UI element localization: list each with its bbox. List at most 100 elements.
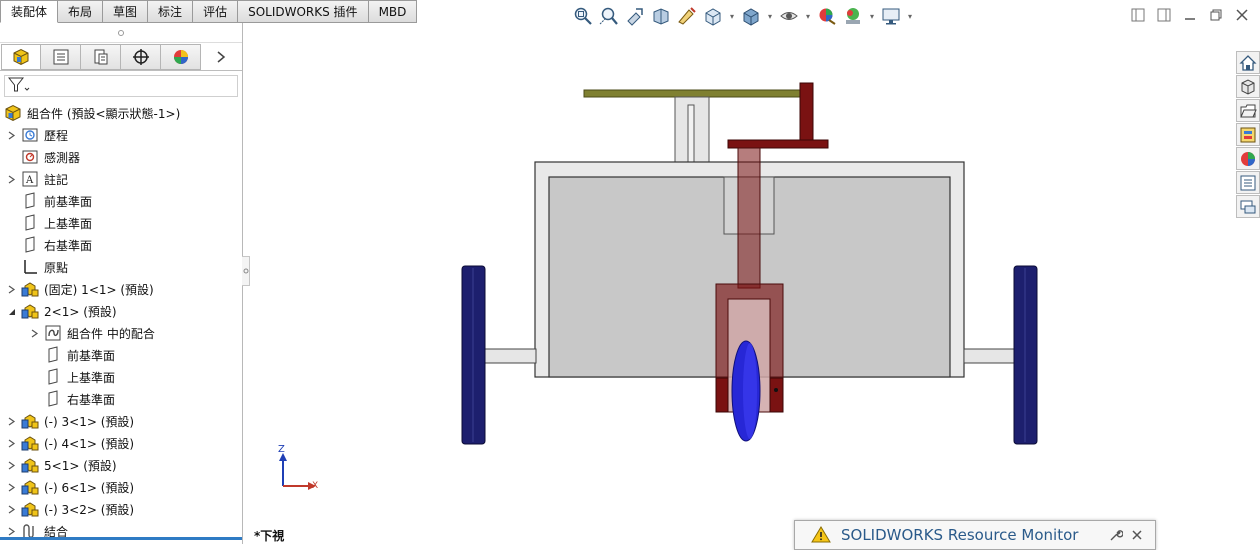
tree-item[interactable]: A 註記 xyxy=(0,168,242,190)
origin-icon xyxy=(21,258,39,276)
solidworks-resources-icon[interactable] xyxy=(1236,51,1260,74)
chevron-right-icon[interactable] xyxy=(6,526,16,536)
tab-mbd[interactable]: MBD xyxy=(368,0,418,23)
part-icon xyxy=(21,500,39,518)
view-palette-icon[interactable] xyxy=(1236,123,1260,146)
minimize-icon[interactable] xyxy=(1182,7,1198,23)
chevron-right-icon[interactable] xyxy=(6,174,16,184)
right-axle[interactable] xyxy=(963,348,1016,364)
steering-shaft[interactable] xyxy=(737,147,761,289)
tab-evaluate[interactable]: 评估 xyxy=(193,0,239,23)
close-icon[interactable] xyxy=(1131,529,1143,544)
tree-item[interactable]: 右基準面 xyxy=(0,234,242,256)
crank-bar[interactable] xyxy=(727,139,829,149)
tree-item[interactable]: 組合件 中的配合 xyxy=(0,322,242,344)
plane-icon xyxy=(21,192,39,210)
chevron-right-icon[interactable] xyxy=(6,504,16,514)
tree-item[interactable]: (-) 3<1> (預設) xyxy=(0,410,242,432)
plane-icon xyxy=(44,390,62,408)
chevron-right-icon[interactable] xyxy=(6,130,16,140)
view-orientation-label: *下視 xyxy=(254,529,285,543)
filter-icon[interactable] xyxy=(7,77,30,96)
chevron-down-icon[interactable] xyxy=(6,306,16,316)
chevron-right-icon[interactable] xyxy=(29,328,39,338)
chevron-down-icon[interactable]: ▾ xyxy=(906,12,914,21)
tree-item-label: 右基準面 xyxy=(67,392,116,407)
tree-item[interactable]: 右基準面 xyxy=(0,388,242,410)
panel-bottom-divider xyxy=(0,537,242,540)
tree-item-label: 組合件 中的配合 xyxy=(67,326,155,341)
design-library-icon[interactable] xyxy=(1236,75,1260,98)
document-window-controls xyxy=(1130,7,1250,23)
tree-item-label: 原點 xyxy=(44,260,69,275)
command-manager-tabs: 装配体 布局 草图 标注 评估 SOLIDWORKS 插件 MBD xyxy=(0,0,418,23)
tree-item[interactable]: (-) 6<1> (預設) xyxy=(0,476,242,498)
plane-icon xyxy=(21,236,39,254)
left-axle[interactable] xyxy=(483,348,537,364)
tree-item[interactable]: 前基準面 xyxy=(0,344,242,366)
feature-manager-icon[interactable] xyxy=(1,43,41,70)
resource-monitor-popup[interactable]: SOLIDWORKS Resource Monitor xyxy=(794,520,1156,550)
tree-filter-input[interactable] xyxy=(4,75,238,97)
collapse-right-icon[interactable] xyxy=(1156,7,1172,23)
top-plate[interactable] xyxy=(583,89,805,98)
chevron-right-icon[interactable] xyxy=(6,284,16,294)
tree-item[interactable]: (-) 3<2> (預設) xyxy=(0,498,242,520)
tab-layout[interactable]: 布局 xyxy=(58,0,104,23)
restore-icon[interactable] xyxy=(1208,7,1224,23)
tab-solidworks-addins[interactable]: SOLIDWORKS 插件 xyxy=(238,0,369,23)
solidworks-forum-icon[interactable] xyxy=(1236,195,1260,218)
assembly-icon xyxy=(4,104,22,122)
chevron-right-icon[interactable] xyxy=(6,460,16,470)
tree-item[interactable]: 上基準面 xyxy=(0,212,242,234)
tree-item[interactable]: 5<1> (預設) xyxy=(0,454,242,476)
mates-icon xyxy=(44,324,62,342)
graphics-viewport[interactable]: Z X xyxy=(244,23,1234,544)
chevron-right-icon[interactable] xyxy=(209,44,233,70)
tree-item[interactable]: 上基準面 xyxy=(0,366,242,388)
history-icon xyxy=(21,126,39,144)
collapse-left-icon[interactable] xyxy=(1130,7,1146,23)
tab-markup[interactable]: 标注 xyxy=(148,0,194,23)
file-explorer-icon[interactable] xyxy=(1236,99,1260,122)
panel-grip-handle[interactable] xyxy=(0,23,242,43)
custom-properties-icon[interactable] xyxy=(1236,171,1260,194)
appearances-scenes-icon[interactable] xyxy=(1236,147,1260,170)
tree-item[interactable]: (-) 4<1> (預設) xyxy=(0,432,242,454)
chevron-down-icon[interactable]: ▾ xyxy=(728,12,736,21)
tree-item-label: 右基準面 xyxy=(44,238,93,253)
part-icon xyxy=(21,412,39,430)
tree-item[interactable]: 歷程 xyxy=(0,124,242,146)
crank-handle[interactable] xyxy=(799,82,814,146)
tab-sketch[interactable]: 草图 xyxy=(103,0,149,23)
tree-item[interactable]: 2<1> (預設) xyxy=(0,300,242,322)
assembly-model-view[interactable] xyxy=(244,23,1234,544)
tree-item-label: 5<1> (預設) xyxy=(44,458,117,473)
tree-item[interactable]: (固定) 1<1> (預設) xyxy=(0,278,242,300)
chevron-right-icon[interactable] xyxy=(6,438,16,448)
dimxpert-manager-icon[interactable] xyxy=(121,43,161,70)
tree-root-label: 組合件 (預設<顯示狀態-1>) xyxy=(27,106,181,121)
wrench-icon[interactable] xyxy=(1109,528,1124,545)
tab-assembly[interactable]: 装配体 xyxy=(0,0,59,23)
property-manager-icon[interactable] xyxy=(41,43,81,70)
chevron-down-icon[interactable]: ▾ xyxy=(804,12,812,21)
tree-item[interactable]: 原點 xyxy=(0,256,242,278)
display-manager-icon[interactable] xyxy=(161,43,201,70)
tree-item[interactable]: 前基準面 xyxy=(0,190,242,212)
plane-icon xyxy=(44,346,62,364)
tree-item[interactable]: 感測器 xyxy=(0,146,242,168)
chevron-right-icon[interactable] xyxy=(6,416,16,426)
configuration-manager-icon[interactable] xyxy=(81,43,121,70)
part-icon xyxy=(21,456,39,474)
close-icon[interactable] xyxy=(1234,7,1250,23)
chevron-down-icon[interactable]: ▾ xyxy=(868,12,876,21)
chevron-right-icon[interactable] xyxy=(6,482,16,492)
chevron-down-icon[interactable]: ▾ xyxy=(766,12,774,21)
tree-root[interactable]: 組合件 (預設<顯示狀態-1>) xyxy=(0,102,242,124)
